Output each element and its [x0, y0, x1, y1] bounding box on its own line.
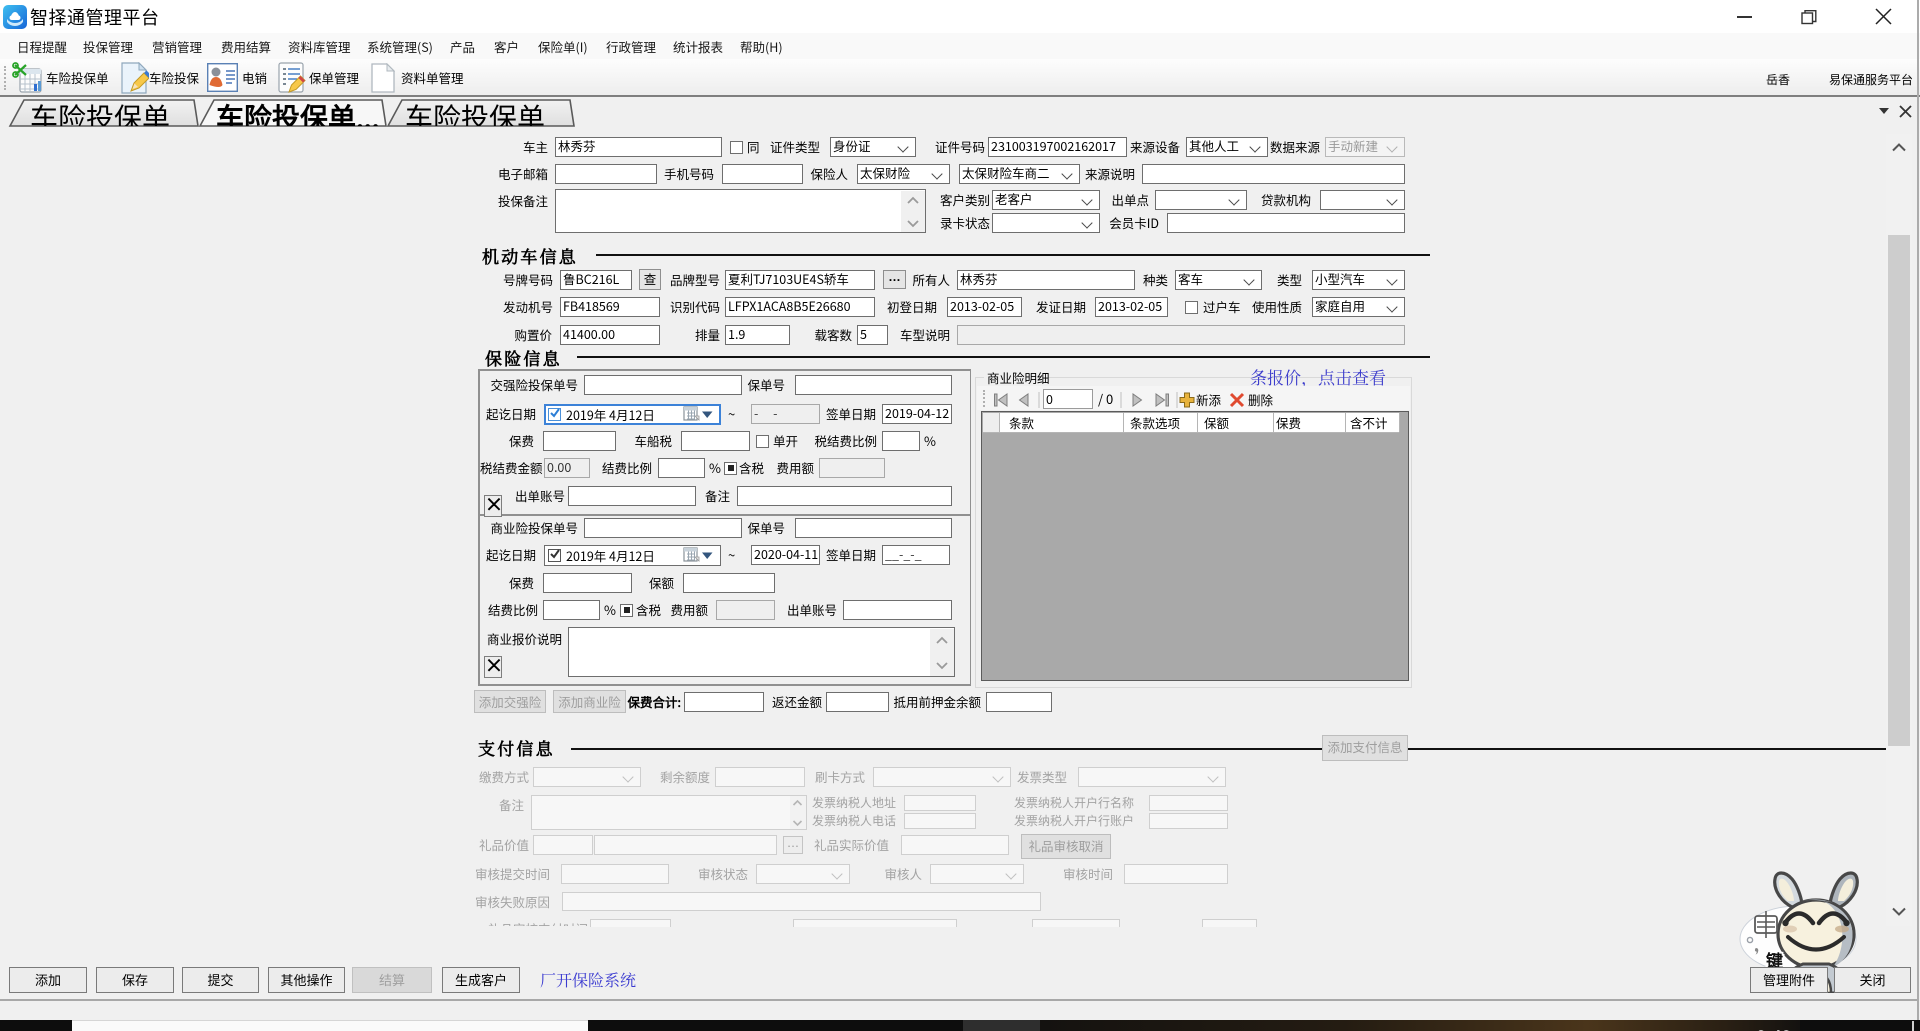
svg-text:车险投保单...: 车险投保单...	[216, 97, 379, 127]
svg-text:车险投保单: 车险投保单	[405, 97, 545, 127]
svg-text:车险投保单: 车险投保单	[30, 97, 170, 127]
